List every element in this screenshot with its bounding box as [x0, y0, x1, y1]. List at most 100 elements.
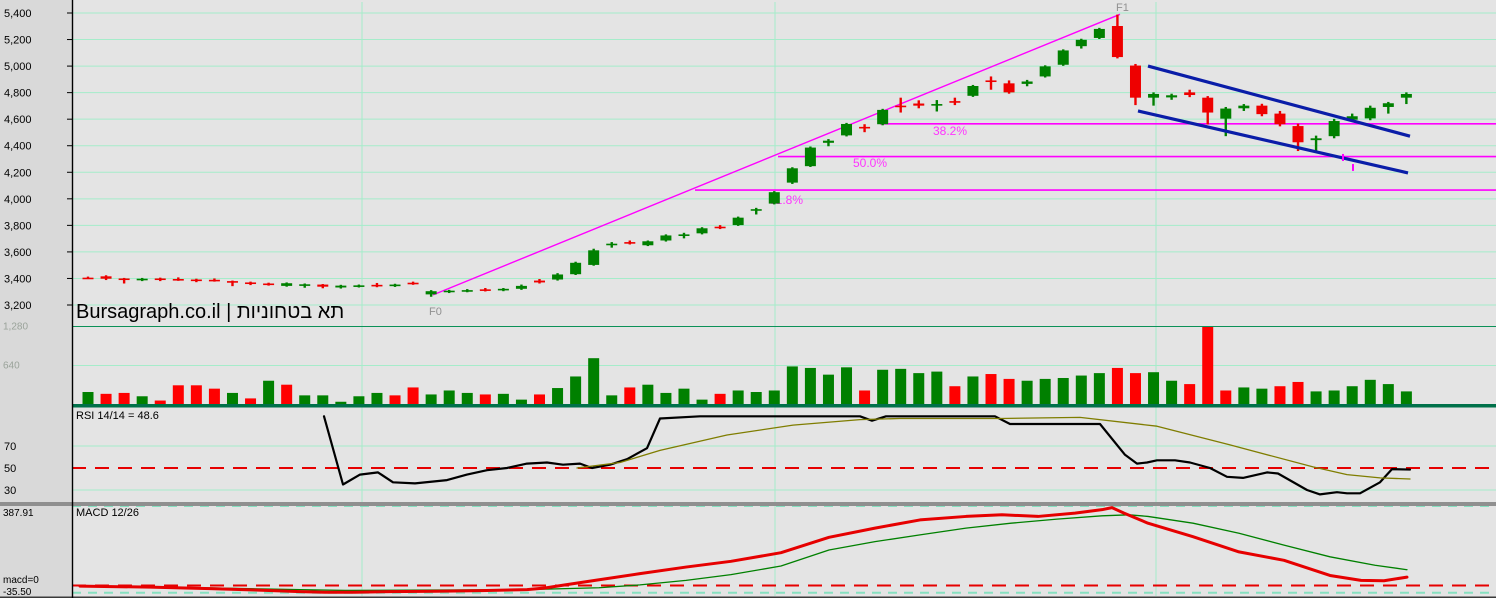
panel-separator-volume-rsi [72, 404, 1496, 408]
candle [208, 279, 220, 282]
volume-bar [317, 395, 329, 405]
volume-bar [696, 399, 708, 405]
volume-bar [877, 369, 889, 405]
volume-bar [172, 385, 184, 405]
volume-bar [1346, 386, 1358, 405]
candle [190, 279, 202, 282]
rsi-axis-label: 70 [4, 441, 16, 453]
chart-application: 5,400 5,200 5,000 4,800 4,600 4,400 4,200 4,000… [0, 0, 1496, 598]
candle [281, 283, 293, 286]
volume-bar [226, 392, 238, 405]
candle [588, 250, 600, 265]
candle [786, 168, 798, 183]
macd-level-label: macd=0 [3, 575, 39, 586]
volume-bar [859, 390, 871, 405]
candle [1238, 105, 1250, 109]
candle [443, 290, 455, 293]
candle [299, 284, 311, 286]
volume-bar [515, 399, 527, 405]
candle [552, 274, 564, 280]
candle [967, 86, 979, 96]
candle [1400, 93, 1412, 98]
volume-bar [353, 396, 365, 405]
candle [1111, 26, 1123, 58]
volume-bar [1111, 367, 1123, 405]
volume-bar [678, 388, 690, 405]
candle [515, 285, 527, 289]
volume-bar [443, 390, 455, 405]
candle [172, 278, 184, 281]
volume-bar [660, 392, 672, 405]
f1-label: F1 [1116, 2, 1129, 14]
volume-bar [479, 394, 491, 405]
volume-bar [425, 394, 437, 405]
macd-title: MACD 12/26 [76, 507, 139, 519]
candle [1057, 50, 1069, 65]
watermark: Bursagraph.co.il | תא בטחוניות [76, 301, 344, 323]
candle [1328, 121, 1340, 137]
volume-bar [154, 400, 166, 405]
volume-bar [263, 380, 275, 405]
price-axis-label: 4,800 [4, 88, 32, 100]
price-axis-label: 5,400 [4, 8, 32, 20]
volume-bar [100, 393, 112, 405]
price-axis-label: 3,400 [4, 273, 32, 285]
candle [768, 192, 780, 204]
volume-bar [967, 376, 979, 405]
volume-bar [642, 384, 654, 405]
volume-bar [190, 385, 202, 405]
volume-bar [552, 388, 564, 405]
candle [100, 276, 112, 279]
candle [389, 284, 401, 287]
candle [425, 291, 437, 295]
candle [877, 109, 889, 125]
volume-bar [750, 392, 762, 405]
volume-bar [570, 376, 582, 405]
candle [1274, 113, 1286, 125]
candle [136, 278, 148, 281]
price-axis-label: 3,800 [4, 220, 32, 232]
volume-bar [1021, 380, 1033, 405]
volume-bar [1382, 384, 1394, 405]
candle [1039, 66, 1051, 77]
volume-bar [1148, 372, 1160, 405]
volume-bar [461, 392, 473, 405]
macd-level-label: -35.50 [3, 587, 32, 598]
candle [931, 104, 943, 106]
volume-bar [931, 371, 943, 405]
candle [335, 285, 347, 288]
candle [985, 80, 997, 83]
candle [1364, 107, 1376, 119]
candle [1075, 39, 1087, 47]
candle [841, 123, 853, 136]
price-axis-label: 4,200 [4, 167, 32, 179]
volume-bar [624, 387, 636, 405]
volume-bar [136, 396, 148, 405]
fib-label: 50.0% [853, 156, 887, 170]
macd-level-label: 387.91 [3, 508, 34, 519]
plot-background [0, 0, 1496, 598]
volume-bar [1039, 378, 1051, 405]
candle [732, 217, 744, 226]
candle [1129, 65, 1141, 98]
bursagraph-chart-surface[interactable]: 5,400 5,200 5,000 4,800 4,600 4,400 4,200 4,000… [0, 0, 1496, 598]
volume-bar [768, 390, 780, 405]
candle [1220, 108, 1232, 119]
candle [624, 242, 636, 244]
candle [642, 241, 654, 246]
candle [371, 284, 383, 287]
volume-bar [407, 387, 419, 405]
candle [859, 126, 871, 129]
volume-bar [118, 392, 130, 405]
candle [226, 281, 238, 283]
candle [1256, 105, 1268, 115]
price-axis-label: 4,000 [4, 194, 32, 206]
candle [570, 262, 582, 275]
volume-bar [985, 374, 997, 405]
candle [1021, 81, 1033, 84]
candle [534, 280, 545, 283]
volume-bar [841, 367, 853, 405]
volume-bar [497, 393, 509, 405]
volume-bar [913, 373, 925, 405]
candle [82, 277, 94, 280]
